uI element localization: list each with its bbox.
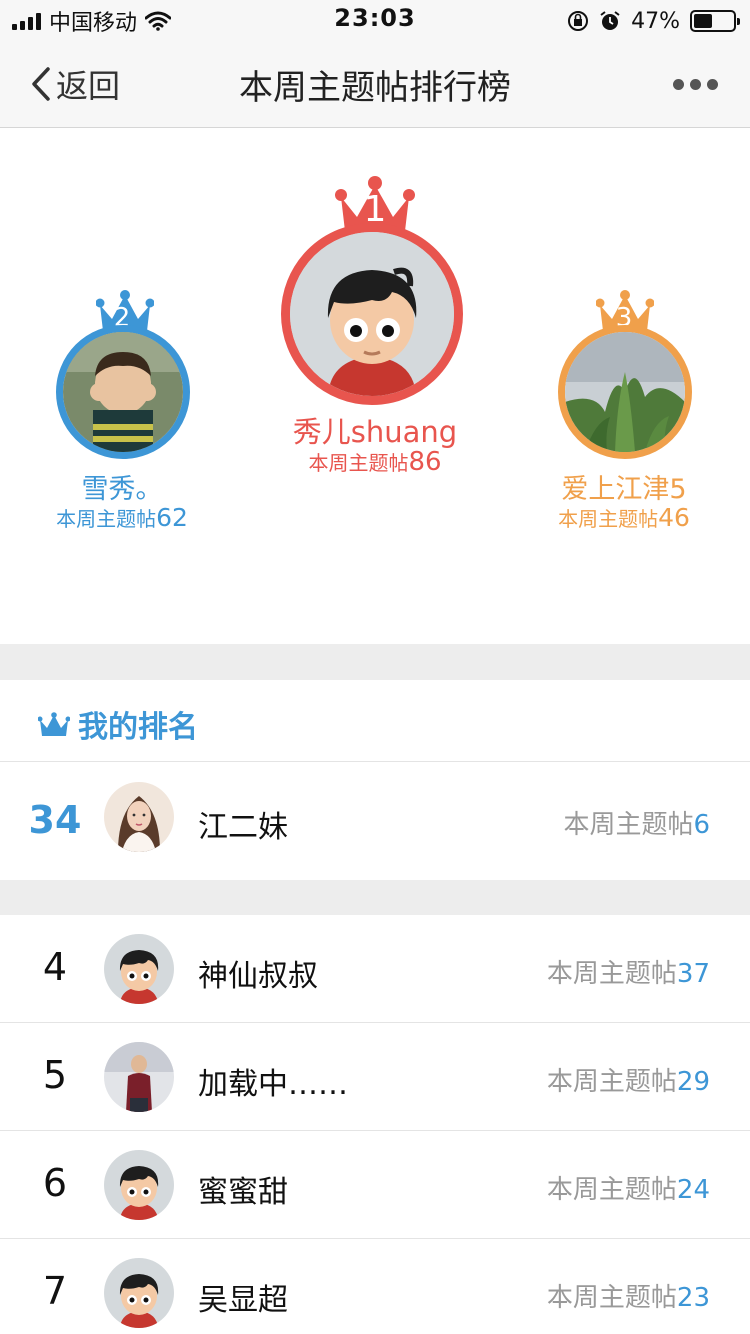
podium-stat: 本周主题帖46 bbox=[494, 503, 750, 532]
podium-name: 爱上江津5 bbox=[561, 474, 687, 505]
podium-stat: 本周主题帖86 bbox=[245, 447, 505, 477]
battery-percent: 47% bbox=[631, 8, 680, 34]
avatar bbox=[104, 782, 174, 852]
list-item[interactable]: 7 吴显超 本周主题帖23 bbox=[0, 1239, 750, 1334]
podium-stat: 本周主题帖62 bbox=[0, 503, 252, 532]
my-ranking-row[interactable]: 34 江二妹 本周主题帖6 bbox=[0, 762, 750, 880]
podium-stat-value: 46 bbox=[658, 503, 690, 532]
avatar bbox=[56, 325, 190, 459]
more-dot-icon bbox=[707, 78, 718, 90]
more-dot-icon bbox=[673, 78, 684, 90]
list-item[interactable]: 5 加载中…… 本周主题帖29 bbox=[0, 1023, 750, 1131]
podium-stat-value: 62 bbox=[156, 503, 188, 532]
post-count: 本周主题帖37 bbox=[547, 953, 710, 990]
avatar bbox=[281, 223, 463, 405]
post-count-label: 本周主题帖 bbox=[563, 810, 694, 840]
podium-stat-label: 本周主题帖 bbox=[558, 507, 659, 531]
post-count-value: 23 bbox=[676, 1283, 710, 1313]
user-name: 吴显超 bbox=[198, 1283, 288, 1318]
more-dot-icon bbox=[690, 78, 701, 90]
battery-fill bbox=[694, 14, 712, 28]
podium: 1 秀儿shuang 本周主题帖86 2 雪秀。 本周主题帖62 3 爱上江津5… bbox=[0, 129, 750, 644]
my-ranking-header: 我的排名 bbox=[0, 680, 750, 762]
post-count: 本周主题帖29 bbox=[547, 1061, 710, 1098]
post-count-value: 29 bbox=[676, 1067, 710, 1097]
post-count-value: 24 bbox=[676, 1175, 710, 1205]
post-count-value: 37 bbox=[676, 959, 710, 989]
podium-stat-label: 本周主题帖 bbox=[308, 451, 409, 475]
post-count: 本周主题帖24 bbox=[547, 1169, 710, 1206]
avatar bbox=[104, 934, 174, 1004]
avatar bbox=[104, 1042, 174, 1112]
rank-number: 6 bbox=[42, 1161, 68, 1205]
user-name: 蜜蜜甜 bbox=[198, 1175, 288, 1210]
status-right: 47% bbox=[567, 6, 740, 36]
list-item[interactable]: 4 神仙叔叔 本周主题帖37 bbox=[0, 915, 750, 1023]
user-name: 江二妹 bbox=[198, 810, 288, 845]
post-count: 本周主题帖6 bbox=[563, 804, 710, 841]
post-count-label: 本周主题帖 bbox=[546, 1175, 677, 1205]
rotation-lock-icon bbox=[568, 11, 589, 31]
section-divider bbox=[0, 644, 750, 680]
page-title: 本周主题帖排行榜 bbox=[239, 68, 511, 108]
rank-number: 4 bbox=[42, 945, 68, 989]
post-count: 本周主题帖23 bbox=[547, 1277, 710, 1314]
podium-name: 秀儿shuang bbox=[292, 415, 458, 449]
podium-rank-1[interactable]: 1 秀儿shuang 本周主题帖86 bbox=[245, 129, 505, 489]
podium-stat-value: 86 bbox=[408, 447, 442, 477]
my-ranking-label: 我的排名 bbox=[78, 710, 198, 745]
more-button[interactable] bbox=[673, 70, 718, 98]
post-count-value: 6 bbox=[693, 810, 710, 840]
nav-bar: 返回 本周主题帖排行榜 bbox=[0, 40, 750, 128]
post-count-label: 本周主题帖 bbox=[546, 1283, 677, 1313]
status-bar: 中国移动 23:03 47% bbox=[0, 0, 750, 40]
user-name: 加载中…… bbox=[198, 1067, 348, 1102]
podium-name: 雪秀。 bbox=[81, 474, 163, 505]
alarm-icon bbox=[600, 11, 620, 30]
post-count-label: 本周主题帖 bbox=[546, 959, 677, 989]
podium-rank-2[interactable]: 2 雪秀。 本周主题帖62 bbox=[0, 289, 252, 549]
rank-number: 7 bbox=[42, 1269, 68, 1313]
podium-rank-3[interactable]: 3 爱上江津5 本周主题帖46 bbox=[494, 289, 750, 549]
my-ranking-title: 我的排名 bbox=[38, 702, 198, 746]
avatar bbox=[104, 1258, 174, 1328]
post-count-label: 本周主题帖 bbox=[546, 1067, 677, 1097]
user-name: 神仙叔叔 bbox=[198, 959, 318, 994]
section-divider bbox=[0, 880, 750, 915]
podium-stat-label: 本周主题帖 bbox=[56, 507, 157, 531]
rank-number: 5 bbox=[42, 1053, 68, 1097]
avatar bbox=[558, 325, 692, 459]
rank-number: 34 bbox=[28, 798, 82, 842]
avatar bbox=[104, 1150, 174, 1220]
battery-icon bbox=[690, 10, 740, 32]
crown-icon bbox=[38, 712, 70, 736]
list-item[interactable]: 6 蜜蜜甜 本周主题帖24 bbox=[0, 1131, 750, 1239]
